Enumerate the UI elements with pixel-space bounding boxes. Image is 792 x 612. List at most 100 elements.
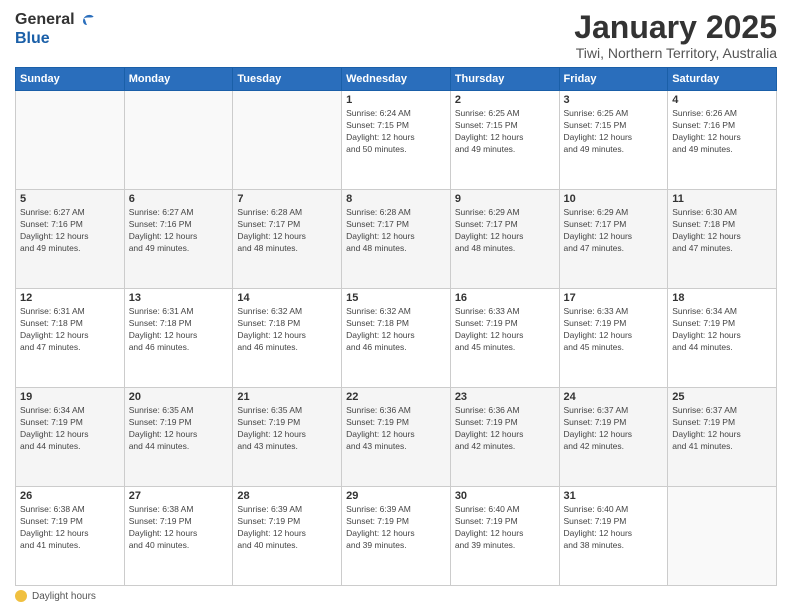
calendar-cell: 1 Sunrise: 6:24 AM Sunset: 7:15 PM Daylig… <box>342 91 451 190</box>
calendar-cell: 29 Sunrise: 6:39 AM Sunset: 7:19 PM Dayli… <box>342 487 451 586</box>
day-number: 3 <box>564 94 664 106</box>
day-number: 5 <box>20 193 120 205</box>
calendar-cell: 21 Sunrise: 6:35 AM Sunset: 7:19 PM Dayli… <box>233 388 342 487</box>
weekday-header-saturday: Saturday <box>668 68 777 91</box>
day-info: Sunrise: 6:38 AM Sunset: 7:19 PM Dayligh… <box>20 504 120 552</box>
day-number: 4 <box>672 94 772 106</box>
day-info: Sunrise: 6:24 AM Sunset: 7:15 PM Dayligh… <box>346 108 446 156</box>
calendar-cell: 26 Sunrise: 6:38 AM Sunset: 7:19 PM Dayli… <box>16 487 125 586</box>
day-number: 13 <box>129 292 229 304</box>
calendar-cell: 27Sunrise: 6:38 AM Sunset: 7:19 PM Dayli… <box>124 487 233 586</box>
calendar-cell: 24Sunrise: 6:37 AM Sunset: 7:19 PM Dayli… <box>559 388 668 487</box>
calendar-table: SundayMondayTuesdayWednesdayThursdayFrid… <box>15 67 777 586</box>
day-number: 29 <box>346 490 446 502</box>
day-number: 6 <box>129 193 229 205</box>
calendar-cell: 9 Sunrise: 6:29 AM Sunset: 7:17 PM Daylig… <box>450 190 559 289</box>
week-row-3: 12Sunrise: 6:31 AM Sunset: 7:18 PM Dayli… <box>16 289 777 388</box>
month-title: January 2025 <box>574 10 777 45</box>
calendar-cell: 5Sunrise: 6:27 AM Sunset: 7:16 PM Daylig… <box>16 190 125 289</box>
day-info: Sunrise: 6:30 AM Sunset: 7:18 PM Dayligh… <box>672 207 772 255</box>
day-info: Sunrise: 6:28 AM Sunset: 7:17 PM Dayligh… <box>346 207 446 255</box>
logo-bird-icon <box>77 10 97 30</box>
calendar-cell: 18Sunrise: 6:34 AM Sunset: 7:19 PM Dayli… <box>668 289 777 388</box>
location-subtitle: Tiwi, Northern Territory, Australia <box>574 45 777 61</box>
day-info: Sunrise: 6:37 AM Sunset: 7:19 PM Dayligh… <box>672 405 772 453</box>
day-info: Sunrise: 6:37 AM Sunset: 7:19 PM Dayligh… <box>564 405 664 453</box>
week-row-4: 19Sunrise: 6:34 AM Sunset: 7:19 PM Dayli… <box>16 388 777 487</box>
day-info: Sunrise: 6:39 AM Sunset: 7:19 PM Dayligh… <box>346 504 446 552</box>
day-number: 17 <box>564 292 664 304</box>
footer: Daylight hours <box>15 590 777 602</box>
page: General Blue January 2025 Tiwi, Northern… <box>0 0 792 612</box>
day-number: 18 <box>672 292 772 304</box>
day-number: 26 <box>20 490 120 502</box>
weekday-header-monday: Monday <box>124 68 233 91</box>
logo-general: General <box>15 11 75 29</box>
day-info: Sunrise: 6:39 AM Sunset: 7:19 PM Dayligh… <box>237 504 337 552</box>
week-row-2: 5 Sunrise: 6:27 AM Sunset: 7:16 PM Daylig… <box>16 190 777 289</box>
calendar-cell: 19Sunrise: 6:34 AM Sunset: 7:19 PM Dayli… <box>16 388 125 487</box>
calendar-cell <box>668 487 777 586</box>
calendar-cell: 3 Sunrise: 6:25 AM Sunset: 7:15 PM Daylig… <box>559 91 668 190</box>
day-info: Sunrise: 6:25 AM Sunset: 7:15 PM Dayligh… <box>455 108 555 156</box>
calendar-cell: 2 Sunrise: 6:25 AM Sunset: 7:15 PM Daylig… <box>450 91 559 190</box>
weekday-header-friday: Friday <box>559 68 668 91</box>
calendar-cell: 20 Sunrise: 6:35 AM Sunset: 7:19 PM Dayli… <box>124 388 233 487</box>
calendar-cell: 13 Sunrise: 6:31 AM Sunset: 7:18 PM Dayli… <box>124 289 233 388</box>
calendar-cell: 31 Sunrise: 6:40 AM Sunset: 7:19 PM Dayli… <box>559 487 668 586</box>
calendar-cell: 11 Sunrise: 6:30 AM Sunset: 7:18 PM Dayli… <box>668 190 777 289</box>
day-number: 20 <box>129 391 229 403</box>
day-number: 11 <box>672 193 772 205</box>
day-info: Sunrise: 6:25 AM Sunset: 7:15 PM Dayligh… <box>564 108 664 156</box>
weekday-header-row: SundayMondayTuesdayWednesdayThursdayFrid… <box>16 68 777 91</box>
calendar-cell: 15Sunrise: 6:32 AM Sunset: 7:18 PM Dayli… <box>342 289 451 388</box>
calendar-cell: 6 Sunrise: 6:27 AM Sunset: 7:16 PM Daylig… <box>124 190 233 289</box>
calendar-cell: 12Sunrise: 6:31 AM Sunset: 7:18 PM Dayli… <box>16 289 125 388</box>
day-info: Sunrise: 6:29 AM Sunset: 7:17 PM Dayligh… <box>455 207 555 255</box>
title-block: January 2025 Tiwi, Northern Territory, A… <box>574 10 777 61</box>
calendar-cell: 14Sunrise: 6:32 AM Sunset: 7:18 PM Dayli… <box>233 289 342 388</box>
calendar-cell: 4 Sunrise: 6:26 AM Sunset: 7:16 PM Daylig… <box>668 91 777 190</box>
calendar-cell: 22 Sunrise: 6:36 AM Sunset: 7:19 PM Dayli… <box>342 388 451 487</box>
day-info: Sunrise: 6:33 AM Sunset: 7:19 PM Dayligh… <box>564 306 664 354</box>
calendar-cell: 25 Sunrise: 6:37 AM Sunset: 7:19 PM Dayli… <box>668 388 777 487</box>
calendar-cell: 30Sunrise: 6:40 AM Sunset: 7:19 PM Dayli… <box>450 487 559 586</box>
day-info: Sunrise: 6:38 AM Sunset: 7:19 PM Dayligh… <box>129 504 229 552</box>
daylight-dot-icon <box>15 590 27 602</box>
calendar-cell <box>16 91 125 190</box>
day-number: 31 <box>564 490 664 502</box>
header: General Blue January 2025 Tiwi, Northern… <box>15 10 777 61</box>
day-info: Sunrise: 6:32 AM Sunset: 7:18 PM Dayligh… <box>346 306 446 354</box>
day-info: Sunrise: 6:40 AM Sunset: 7:19 PM Dayligh… <box>455 504 555 552</box>
calendar-cell: 28 Sunrise: 6:39 AM Sunset: 7:19 PM Dayli… <box>233 487 342 586</box>
day-info: Sunrise: 6:28 AM Sunset: 7:17 PM Dayligh… <box>237 207 337 255</box>
day-number: 21 <box>237 391 337 403</box>
logo-text: General <box>15 10 97 30</box>
calendar-cell: 17 Sunrise: 6:33 AM Sunset: 7:19 PM Dayli… <box>559 289 668 388</box>
day-info: Sunrise: 6:33 AM Sunset: 7:19 PM Dayligh… <box>455 306 555 354</box>
day-number: 9 <box>455 193 555 205</box>
calendar-cell <box>124 91 233 190</box>
weekday-header-tuesday: Tuesday <box>233 68 342 91</box>
calendar-cell: 16 Sunrise: 6:33 AM Sunset: 7:19 PM Dayli… <box>450 289 559 388</box>
day-info: Sunrise: 6:26 AM Sunset: 7:16 PM Dayligh… <box>672 108 772 156</box>
day-number: 28 <box>237 490 337 502</box>
day-info: Sunrise: 6:36 AM Sunset: 7:19 PM Dayligh… <box>346 405 446 453</box>
day-info: Sunrise: 6:31 AM Sunset: 7:18 PM Dayligh… <box>129 306 229 354</box>
day-info: Sunrise: 6:35 AM Sunset: 7:19 PM Dayligh… <box>237 405 337 453</box>
day-number: 22 <box>346 391 446 403</box>
day-info: Sunrise: 6:40 AM Sunset: 7:19 PM Dayligh… <box>564 504 664 552</box>
week-row-5: 26 Sunrise: 6:38 AM Sunset: 7:19 PM Dayli… <box>16 487 777 586</box>
calendar-cell <box>233 91 342 190</box>
week-row-1: 1 Sunrise: 6:24 AM Sunset: 7:15 PM Daylig… <box>16 91 777 190</box>
day-number: 2 <box>455 94 555 106</box>
day-number: 25 <box>672 391 772 403</box>
calendar-cell: 10Sunrise: 6:29 AM Sunset: 7:17 PM Dayli… <box>559 190 668 289</box>
day-info: Sunrise: 6:27 AM Sunset: 7:16 PM Dayligh… <box>129 207 229 255</box>
footer-label: Daylight hours <box>32 591 96 602</box>
day-number: 1 <box>346 94 446 106</box>
day-number: 7 <box>237 193 337 205</box>
day-info: Sunrise: 6:36 AM Sunset: 7:19 PM Dayligh… <box>455 405 555 453</box>
day-number: 16 <box>455 292 555 304</box>
day-info: Sunrise: 6:35 AM Sunset: 7:19 PM Dayligh… <box>129 405 229 453</box>
